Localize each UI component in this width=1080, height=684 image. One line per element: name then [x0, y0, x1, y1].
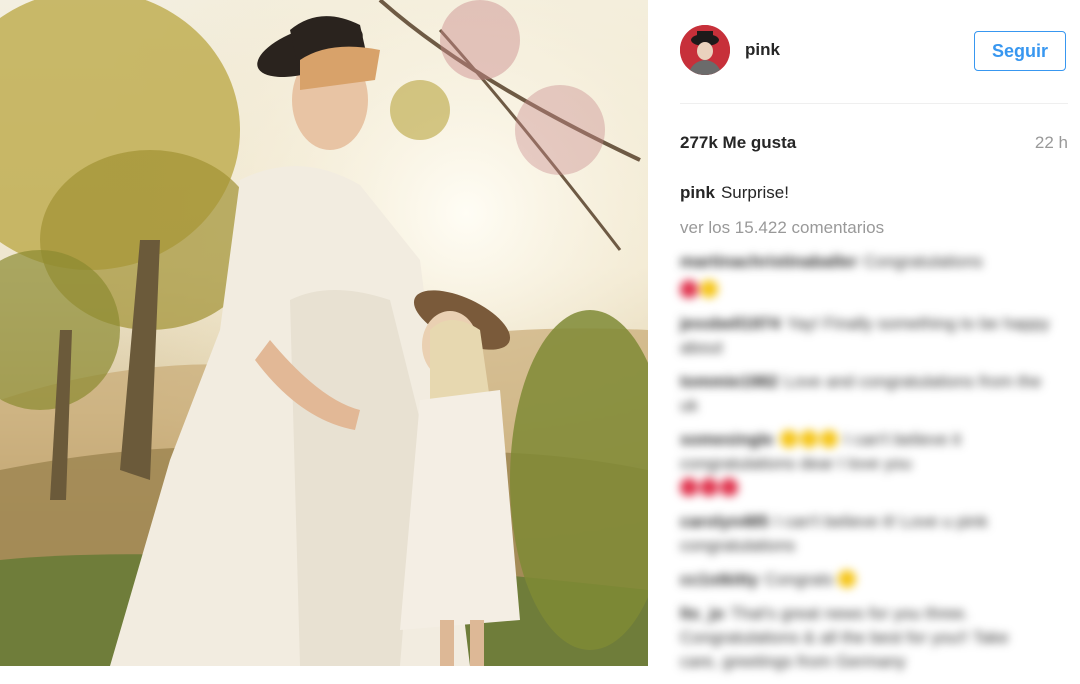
- post-details-panel: pink Seguir 277k Me gusta 22 h pink Surpr…: [648, 0, 1080, 671]
- comment-text: That's great news for you three. Congrat…: [680, 604, 1009, 671]
- comments-list: martinachristinaballer Congratulations je…: [680, 250, 1050, 684]
- comment-username[interactable]: tommie1982: [680, 372, 778, 391]
- comment-item: carolyn485 I can't believe it! Love u pin…: [680, 510, 1050, 558]
- post-time[interactable]: 22 h: [1035, 133, 1068, 153]
- post-photo[interactable]: [0, 0, 648, 666]
- heart-emoji-icon: [680, 478, 698, 496]
- comment-username[interactable]: jessbell1974: [680, 314, 780, 333]
- comment-username[interactable]: ltx_jo: [680, 604, 724, 623]
- heart-emoji-icon: [720, 478, 738, 496]
- comment-item: ltx_jo That's great news for you three. C…: [680, 602, 1050, 674]
- divider: [680, 103, 1068, 104]
- avatar[interactable]: [680, 25, 730, 75]
- heart-emoji-icon: [700, 478, 718, 496]
- caption-author[interactable]: pink: [680, 183, 715, 202]
- avatar-image: [680, 25, 730, 75]
- caption: pink Surprise!: [680, 183, 789, 203]
- smile-emoji-icon: [779, 430, 798, 448]
- comment-item: jessbell1974 Yay! Finally something to be…: [680, 312, 1050, 360]
- comment-item: cc1stkitty Congrats: [680, 568, 1050, 592]
- comment-item: somesingle I can't believe it congratula…: [680, 428, 1050, 500]
- comment-text: Congrats: [764, 570, 834, 589]
- view-all-comments-link[interactable]: ver los 15.422 comentarios: [680, 218, 884, 238]
- smile-emoji-icon: [700, 280, 718, 298]
- comment-username[interactable]: somesingle: [680, 430, 774, 449]
- caption-text: Surprise!: [720, 183, 789, 202]
- comment-text: Congratulations: [863, 252, 983, 271]
- photo-illustration: [0, 0, 648, 666]
- follow-button[interactable]: Seguir: [974, 31, 1066, 71]
- username[interactable]: pink: [745, 40, 780, 60]
- smile-emoji-icon: [838, 570, 857, 588]
- comment-item: martinachristinaballer Congratulations: [680, 250, 1050, 274]
- comment-item: [680, 278, 1050, 302]
- smile-emoji-icon: [799, 430, 818, 448]
- comment-username[interactable]: martinachristinaballer: [680, 252, 858, 271]
- comment-item: tommie1982 Love and congratulations from …: [680, 370, 1050, 418]
- post-header: pink Seguir: [648, 0, 1080, 104]
- smile-emoji-icon: [819, 430, 838, 448]
- comment-username[interactable]: carolyn485: [680, 512, 769, 531]
- heart-emoji-icon: [680, 280, 698, 298]
- comment-username[interactable]: cc1stkitty: [680, 570, 758, 589]
- likes-count[interactable]: 277k Me gusta: [680, 133, 796, 153]
